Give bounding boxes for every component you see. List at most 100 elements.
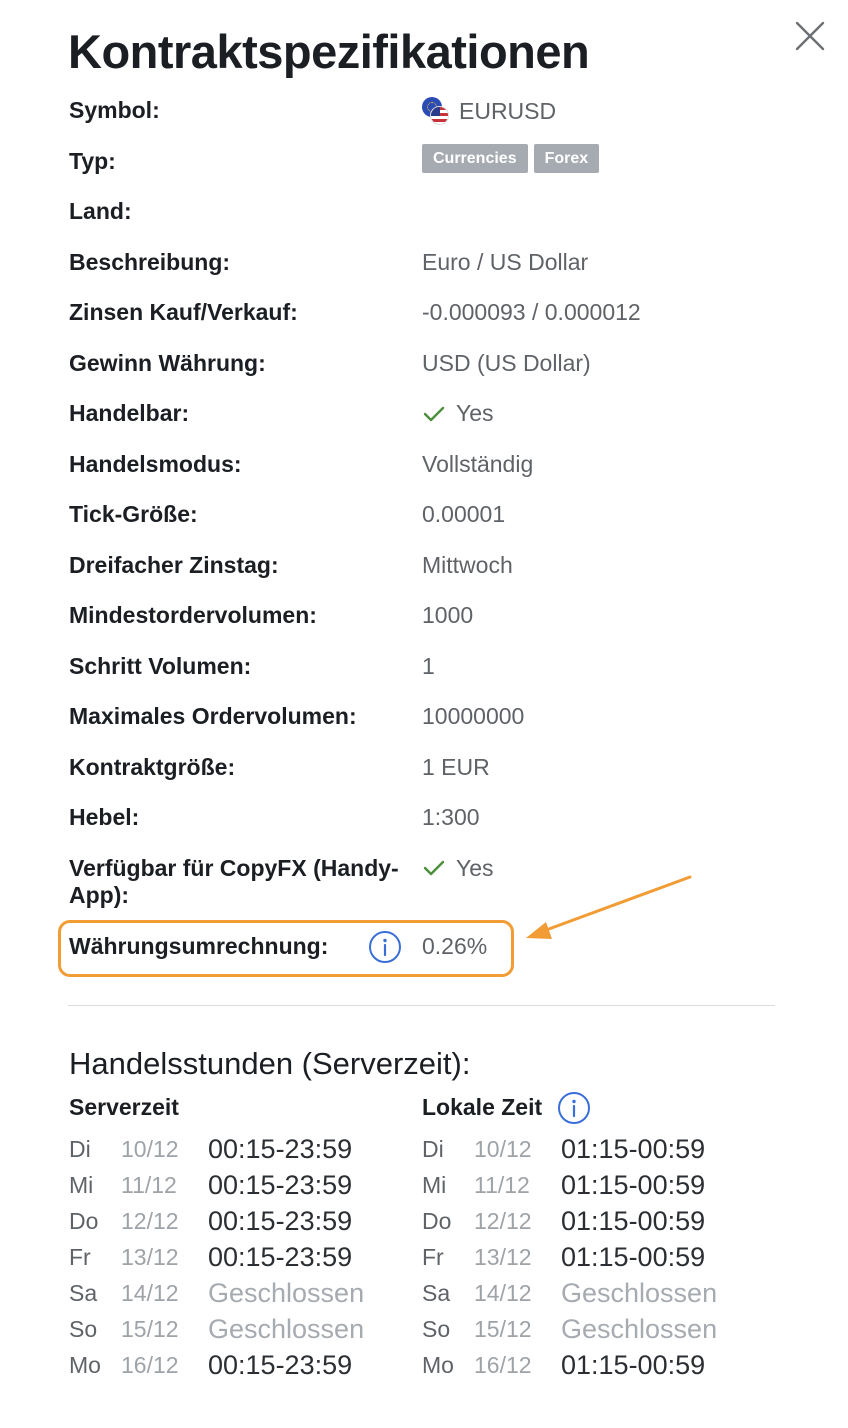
spec-label: Tick-Größe: — [69, 501, 198, 527]
spec-value: 1 EUR — [422, 753, 490, 780]
date: 13/12 — [121, 1244, 179, 1270]
time-range: 01:15-00:59 — [561, 1350, 706, 1380]
spec-value: Mittwoch — [422, 551, 513, 578]
spec-row-contract-size: Kontraktgröße: 1 EUR — [68, 750, 788, 801]
day: Sa — [69, 1280, 98, 1306]
time-range: Geschlossen — [561, 1314, 718, 1344]
day: Mo — [422, 1352, 454, 1378]
divider — [68, 1005, 775, 1006]
server-time-heading: Serverzeit — [69, 1094, 179, 1120]
spec-row-trade-mode: Handelsmodus: Vollständig — [68, 447, 788, 498]
date: 16/12 — [121, 1352, 179, 1378]
check-icon — [423, 860, 445, 876]
time-range: 00:15-23:59 — [208, 1206, 353, 1236]
date: 11/12 — [121, 1172, 177, 1198]
date: 16/12 — [474, 1352, 532, 1378]
date: 13/12 — [474, 1244, 532, 1270]
info-icon[interactable] — [368, 930, 402, 964]
day: Do — [422, 1208, 452, 1234]
spec-row-tradable: Handelbar: Yes — [68, 396, 788, 447]
spec-label: Schritt Volumen: — [69, 652, 252, 679]
date: 11/12 — [474, 1172, 530, 1198]
spec-value: Yes — [422, 855, 494, 882]
time-range: 00:15-23:59 — [208, 1242, 353, 1272]
spec-value: 1:300 — [422, 804, 480, 830]
spec-row-leverage: Hebel: 1:300 — [68, 800, 788, 851]
day: Do — [69, 1208, 99, 1234]
day: So — [69, 1316, 98, 1342]
spec-row-description: Beschreibung: Euro / US Dollar — [68, 245, 788, 296]
eur-usd-flag-icon — [422, 97, 450, 125]
spec-row-step-volume: Schritt Volumen: 1 — [68, 649, 788, 700]
date: 12/12 — [121, 1208, 179, 1234]
conversion-value: 0.26% — [422, 933, 488, 959]
spec-label: Symbol: — [69, 97, 160, 123]
spec-label: Verfügbar für CopyFX (Handy-App): — [69, 854, 399, 908]
day: Mo — [69, 1352, 101, 1378]
spec-value: Euro / US Dollar — [422, 248, 589, 275]
page-title: Kontraktspezifikationen — [68, 25, 590, 78]
time-range: 01:15-00:59 — [561, 1134, 706, 1164]
day: Di — [422, 1136, 444, 1162]
spec-value: 1 — [422, 652, 435, 679]
day: Sa — [422, 1280, 451, 1306]
time-range: 00:15-23:59 — [208, 1350, 353, 1380]
spec-label: Hebel: — [69, 804, 140, 830]
spec-label: Beschreibung: — [69, 248, 231, 275]
spec-label: Typ: — [69, 147, 116, 174]
spec-list: Symbol: EURUSD Typ: Currencies Forex Lan… — [68, 93, 788, 917]
spec-label: Zinsen Kauf/Verkauf: — [69, 299, 298, 325]
badge-forex: Forex — [533, 143, 600, 173]
time-range: 01:15-00:59 — [561, 1170, 706, 1200]
day: Mi — [69, 1172, 94, 1198]
spec-label: Maximales Ordervolumen: — [69, 703, 357, 729]
date: 14/12 — [474, 1280, 532, 1306]
spec-row-swap: Zinsen Kauf/Verkauf: -0.000093 / 0.00001… — [68, 295, 788, 346]
day: So — [422, 1316, 451, 1342]
date: 14/12 — [121, 1280, 179, 1306]
day: Mi — [422, 1172, 447, 1198]
spec-row-type: Typ: Currencies Forex — [68, 143, 788, 195]
spec-label: Handelbar: — [69, 400, 190, 426]
spec-value: 0.00001 — [422, 501, 506, 527]
spec-row-symbol: Symbol: EURUSD — [68, 93, 788, 144]
spec-row-profit-currency: Gewinn Währung: USD (US Dollar) — [68, 346, 788, 397]
copyfx-value: Yes — [456, 854, 494, 881]
tradable-value: Yes — [456, 400, 494, 426]
time-range: 01:15-00:59 — [561, 1206, 706, 1236]
spec-value: -0.000093 / 0.000012 — [422, 299, 641, 325]
spec-label: Mindestordervolumen: — [69, 602, 317, 628]
spec-label: Kontraktgröße: — [69, 753, 236, 780]
spec-label: Land: — [69, 198, 132, 224]
time-range: Geschlossen — [208, 1278, 365, 1308]
time-range: Geschlossen — [208, 1314, 365, 1344]
spec-value: Yes — [422, 400, 494, 427]
symbol-value: EURUSD — [459, 97, 557, 124]
spec-label: Handelsmodus: — [69, 450, 242, 477]
spec-label-conversion: Währungsumrechnung: — [69, 933, 329, 959]
spec-label: Gewinn Währung: — [69, 349, 266, 376]
spec-value: 1000 — [422, 602, 474, 628]
time-range: 00:15-23:59 — [208, 1170, 353, 1200]
trading-hours-title: Handelsstunden (Serverzeit): — [69, 1046, 471, 1081]
spec-row-triple-swap: Dreifacher Zinstag: Mittwoch — [68, 548, 788, 599]
spec-value: Vollständig — [422, 450, 534, 477]
day: Di — [69, 1136, 91, 1162]
time-range: 00:15-23:59 — [208, 1134, 353, 1164]
date: 10/12 — [121, 1136, 179, 1162]
spec-row-country: Land: — [68, 194, 788, 245]
spec-row-min-volume: Mindestordervolumen: 1000 — [68, 598, 788, 649]
day: Fr — [422, 1244, 444, 1270]
spec-label: Dreifacher Zinstag: — [69, 551, 279, 578]
local-time-heading: Lokale Zeit — [422, 1094, 543, 1120]
info-icon[interactable] — [557, 1091, 591, 1125]
spec-value: EURUSD — [422, 97, 556, 125]
check-icon — [423, 406, 445, 421]
badge-currencies: Currencies — [422, 143, 528, 173]
arrow-annotation-icon — [526, 875, 692, 939]
date: 15/12 — [474, 1316, 532, 1342]
time-range: Geschlossen — [561, 1278, 718, 1308]
spec-row-tick-size: Tick-Größe: 0.00001 — [68, 497, 788, 548]
close-button[interactable] — [792, 18, 828, 54]
day: Fr — [69, 1244, 91, 1270]
